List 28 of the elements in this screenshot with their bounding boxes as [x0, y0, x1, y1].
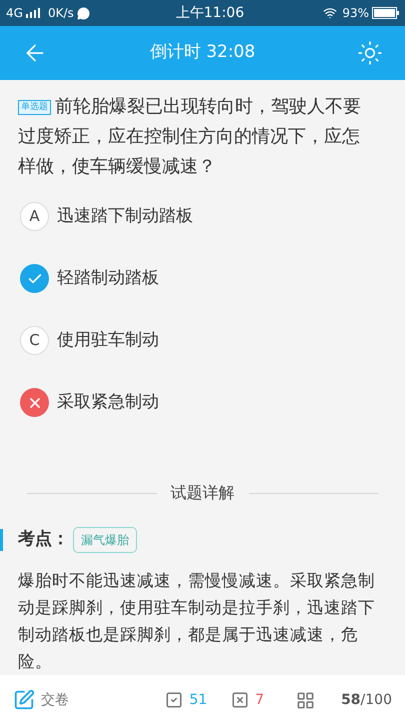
check-icon: [165, 691, 184, 709]
answer-option[interactable]: A 迅速踏下制动踏板: [20, 202, 385, 231]
answer-option[interactable]: 采取紧急制动: [20, 388, 385, 417]
section-heading: 试题详解: [170, 482, 234, 504]
signal-icon: [26, 8, 40, 18]
battery-icon: [372, 7, 399, 19]
battery-label: 93%: [342, 5, 369, 22]
progress-count: 58/100: [341, 690, 392, 710]
brightness-button[interactable]: [357, 40, 383, 66]
option-letter: C: [20, 326, 49, 355]
cross-icon: [231, 691, 250, 709]
edit-icon: [13, 689, 35, 711]
submit-button[interactable]: 交卷: [13, 689, 69, 711]
question-type-tag: 单选题: [18, 100, 51, 115]
option-letter: A: [20, 202, 49, 231]
grid-icon[interactable]: [296, 690, 316, 710]
clock: 上午11:06: [176, 4, 244, 22]
countdown-title: 倒计时 32:08: [150, 41, 256, 64]
wifi-icon: [323, 6, 338, 20]
topic-tag: 漏气爆胎: [73, 527, 137, 553]
network-label: 4G: [6, 5, 23, 22]
answer-option[interactable]: C 使用驻车制动: [20, 326, 385, 355]
speed-label: 0K/s: [48, 5, 74, 22]
answer-option[interactable]: 轻踏制动踏板: [20, 264, 385, 293]
point-label: 考点：: [18, 528, 69, 552]
message-icon: [76, 6, 90, 20]
explanation-text: 爆胎时不能迅速减速，需慢慢减速。采取紧急制动是踩脚刹，使用驻车制动是拉手刹，迅速踏下制动踏板也是踩脚刹，都是属于迅速减速，危险。: [17, 570, 376, 673]
question-text: 单选题 前轮胎爆裂已出现转向时，驾驶人不要过度矫正，应在控制住方向的情况下，应怎样做，使车辆缓慢减速？: [18, 95, 362, 179]
